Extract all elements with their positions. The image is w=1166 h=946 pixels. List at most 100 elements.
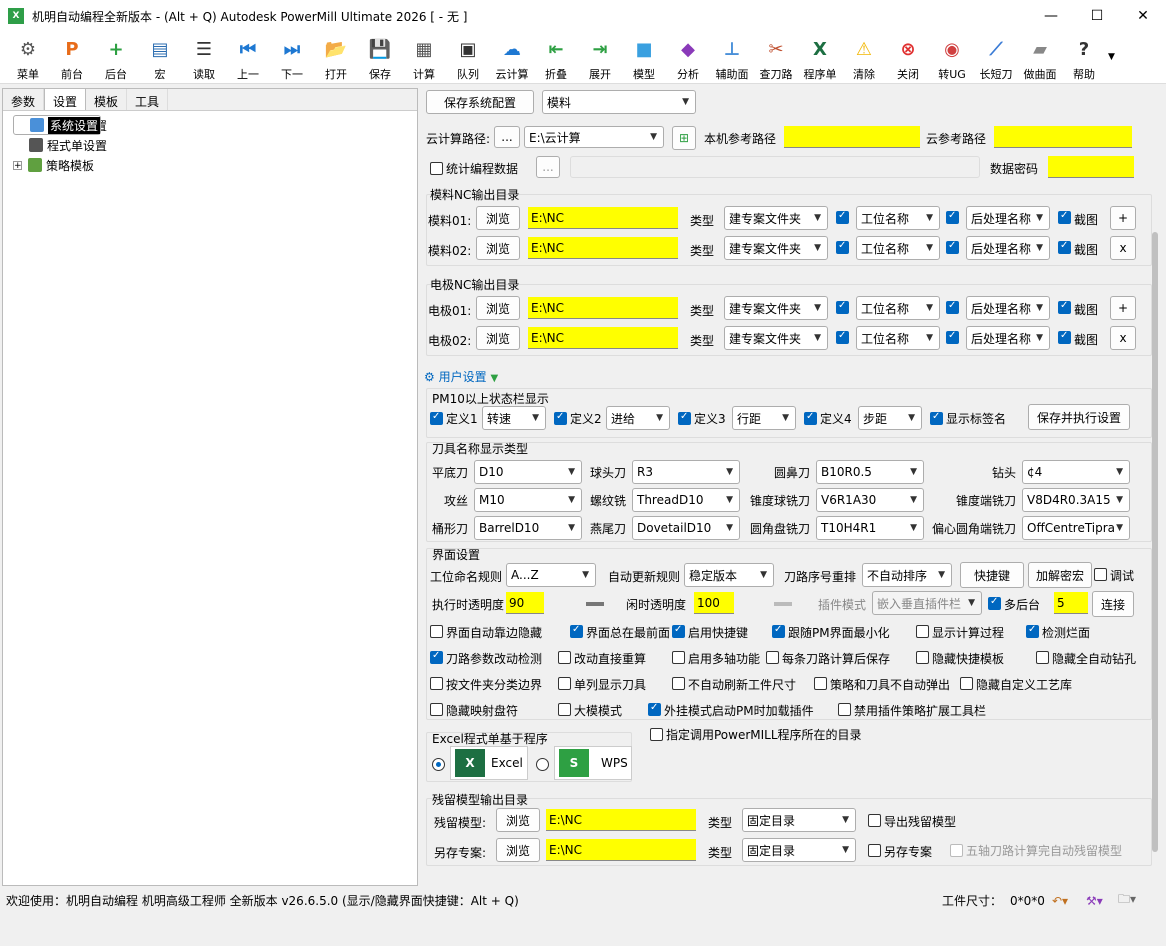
folder-icon[interactable]: 🗀▾	[1118, 890, 1136, 911]
toolbar-button-warning[interactable]: ⚠ 清除	[842, 32, 886, 84]
ui-option-checkbox[interactable]	[1036, 651, 1049, 664]
nc-row-action-button[interactable]: x	[1110, 326, 1136, 350]
ui-option-checkbox[interactable]	[558, 677, 571, 690]
stat-browse[interactable]: ...	[536, 156, 560, 178]
stat-path-field[interactable]	[570, 156, 980, 178]
ui-option-checkbox[interactable]	[916, 625, 929, 638]
plugin-select[interactable]: 嵌入垂直插件栏 ▼	[872, 591, 982, 615]
post-select[interactable]: 后处理名称 ▼	[966, 296, 1050, 320]
tab-3[interactable]: 工具	[127, 89, 169, 110]
tool-format-select[interactable]: B10R0.5 ▼	[816, 460, 924, 484]
ui-option-checkbox[interactable]	[766, 651, 779, 664]
ui-option-checkbox[interactable]	[648, 702, 661, 716]
residual-path-field[interactable]: E:\NC	[546, 809, 696, 831]
nc-path-field[interactable]: E:\NC	[528, 297, 678, 319]
ui-option-checkbox[interactable]	[838, 703, 851, 716]
name-select[interactable]: 工位名称 ▼	[856, 296, 940, 320]
ui-option-checkbox[interactable]	[430, 703, 443, 716]
toolbar-button-calculator[interactable]: ▦ 计算	[402, 32, 446, 84]
connect-button[interactable]: 连接	[1092, 591, 1134, 617]
ui-option-checkbox[interactable]	[672, 677, 685, 690]
toolbar-button-cube[interactable]: ■ 模型	[622, 32, 666, 84]
excel-radio[interactable]	[432, 758, 445, 771]
nc-row-action-button[interactable]: +	[1110, 206, 1136, 230]
ui-option-checkbox[interactable]	[672, 624, 685, 638]
type-select[interactable]: 建专案文件夹 ▼	[724, 236, 828, 260]
toolbar-button-gear[interactable]: ⚙ 菜单	[6, 32, 50, 84]
post-select[interactable]: 后处理名称 ▼	[966, 206, 1050, 230]
undo-icon[interactable]: ↶▾	[1052, 894, 1068, 908]
name-select[interactable]: 工位名称 ▼	[856, 326, 940, 350]
save-run-button[interactable]: 保存并执行设置	[1028, 404, 1130, 430]
tool-format-select[interactable]: M10 ▼	[474, 488, 582, 512]
ui-option-checkbox[interactable]	[916, 651, 929, 664]
name-select[interactable]: 工位名称 ▼	[856, 206, 940, 230]
decrypt-button[interactable]: 加解密宏	[1028, 562, 1092, 588]
tab-0[interactable]: 参数	[3, 89, 45, 110]
name-select-checkbox[interactable]	[836, 210, 849, 224]
toolbar-button-expand[interactable]: ⇥ 展开	[578, 32, 622, 84]
maximize-button[interactable]: ☐	[1074, 0, 1120, 32]
tab-2[interactable]: 模板	[86, 89, 128, 110]
tool-format-select[interactable]: ¢4 ▼	[1022, 460, 1130, 484]
residual-browse-button[interactable]: 浏览	[496, 838, 540, 862]
toolbar-button-powermill[interactable]: P 前台	[50, 32, 94, 84]
def-select-3[interactable]: 步距 ▼	[858, 406, 922, 430]
five-axis-checkbox[interactable]	[950, 844, 963, 857]
save-config-button[interactable]: 保存系统配置	[426, 90, 534, 114]
browse-button[interactable]: 浏览	[476, 236, 520, 260]
tool-format-select[interactable]: T10H4R1 ▼	[816, 516, 924, 540]
post-select-checkbox[interactable]	[946, 240, 959, 254]
ui-option-checkbox[interactable]	[558, 651, 571, 664]
nc-path-field[interactable]: E:\NC	[528, 207, 678, 229]
ui-option-checkbox[interactable]	[814, 677, 827, 690]
screenshot-checkbox[interactable]	[1058, 300, 1071, 314]
close-button[interactable]: ✕	[1120, 0, 1166, 32]
ui-option-checkbox[interactable]	[672, 651, 685, 664]
toolbar-button-excel[interactable]: X 程序单	[798, 32, 842, 84]
post-select-checkbox[interactable]	[946, 210, 959, 224]
tree-item-3[interactable]: + 策略模板	[13, 155, 407, 175]
name-select-checkbox[interactable]	[836, 330, 849, 344]
nc-path-field[interactable]: E:\NC	[528, 327, 678, 349]
ui-option-checkbox[interactable]	[430, 677, 443, 690]
cloud-path-browse[interactable]: ...	[494, 126, 520, 148]
tool-format-select[interactable]: DovetailD10 ▼	[632, 516, 740, 540]
toolbar-button-macro[interactable]: ▤ 宏	[138, 32, 182, 84]
toolbar-button-tool-length[interactable]: ⟋ 长短刀	[974, 32, 1018, 84]
ui-option-checkbox[interactable]	[430, 625, 443, 638]
idle-alpha-field[interactable]: 100	[694, 592, 734, 614]
ui-option-checkbox[interactable]	[558, 703, 571, 716]
tool-format-select[interactable]: R3 ▼	[632, 460, 740, 484]
browse-button[interactable]: 浏览	[476, 296, 520, 320]
exec-alpha-slider[interactable]	[586, 602, 604, 606]
residual-checkbox[interactable]	[868, 844, 881, 857]
toolbar-button-collapse[interactable]: ⇤ 折叠	[534, 32, 578, 84]
tool-format-select[interactable]: ThreadD10 ▼	[632, 488, 740, 512]
debug-checkbox[interactable]	[1094, 568, 1107, 581]
toolbar-button-close-circle[interactable]: ⊗ 关闭	[886, 32, 930, 84]
residual-path-field[interactable]: E:\NC	[546, 839, 696, 861]
nc-row-action-button[interactable]: +	[1110, 296, 1136, 320]
tool-format-select[interactable]: D10 ▼	[474, 460, 582, 484]
pm-dir-checkbox[interactable]	[650, 728, 663, 741]
show-tag-checkbox[interactable]	[930, 411, 943, 425]
multi-backend-checkbox[interactable]	[988, 596, 1001, 610]
tab-1[interactable]: 设置	[44, 88, 87, 110]
residual-type-select[interactable]: 固定目录 ▼	[742, 808, 856, 832]
type-select[interactable]: 建专案文件夹 ▼	[724, 206, 828, 230]
ui-option-checkbox[interactable]	[772, 624, 785, 638]
toolbar-button-cloud[interactable]: ☁ 云计算	[490, 32, 534, 84]
excel-option[interactable]: X Excel	[450, 746, 528, 780]
toolbar-button-help[interactable]: ? 帮助	[1062, 32, 1106, 84]
hotkey-button[interactable]: 快捷键	[960, 562, 1024, 588]
local-ref-field[interactable]	[784, 126, 920, 148]
ui-option-checkbox[interactable]	[960, 677, 973, 690]
nc-path-field[interactable]: E:\NC	[528, 237, 678, 259]
tool-icon[interactable]: ⚒▾	[1086, 894, 1103, 908]
residual-type-select[interactable]: 固定目录 ▼	[742, 838, 856, 862]
name-select-checkbox[interactable]	[836, 240, 849, 254]
nc-row-action-button[interactable]: x	[1110, 236, 1136, 260]
def-select-0[interactable]: 转速 ▼	[482, 406, 546, 430]
cloud-ref-field[interactable]	[994, 126, 1132, 148]
